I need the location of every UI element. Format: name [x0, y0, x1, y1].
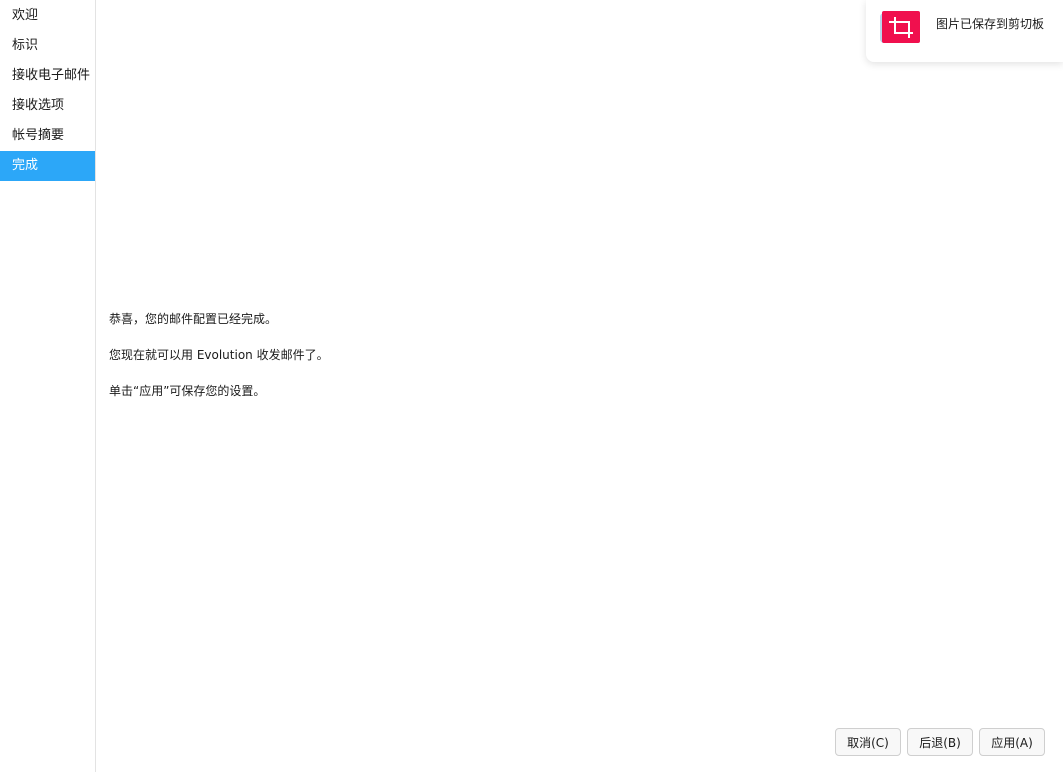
message-line-apply-hint: 单击“应用”可保存您的设置。	[109, 384, 266, 398]
back-button[interactable]: 后退(B)	[907, 728, 973, 756]
notification-text: 图片已保存到剪切板	[936, 17, 1045, 31]
dialog-button-row: 取消(C) 后退(B) 应用(A)	[835, 728, 1045, 756]
message-line-congrats: 恭喜，您的邮件配置已经完成。	[109, 312, 278, 326]
sidebar-item-done[interactable]: 完成	[0, 151, 95, 181]
assistant-sidebar: 欢迎 标识 接收电子邮件 接收选项 帐号摘要 完成	[0, 0, 96, 772]
screenshot-saved-notification[interactable]: 图片已保存到剪切板	[866, 0, 1063, 62]
sidebar-item-identity[interactable]: 标识	[0, 31, 95, 61]
sidebar-item-receiving-email[interactable]: 接收电子邮件	[0, 61, 95, 91]
apply-button[interactable]: 应用(A)	[979, 728, 1045, 756]
crop-icon	[880, 9, 920, 45]
sidebar-list: 欢迎 标识 接收电子邮件 接收选项 帐号摘要 完成	[0, 0, 95, 181]
message-line-ready: 您现在就可以用 Evolution 收发邮件了。	[109, 348, 329, 362]
cancel-button[interactable]: 取消(C)	[835, 728, 901, 756]
completion-message: 恭喜，您的邮件配置已经完成。 您现在就可以用 Evolution 收发邮件了。 …	[109, 310, 329, 418]
evolution-assistant-window: 欢迎 标识 接收电子邮件 接收选项 帐号摘要 完成 恭喜，您的邮件配置已经完成。…	[0, 0, 1063, 772]
sidebar-item-account-summary[interactable]: 帐号摘要	[0, 121, 95, 151]
sidebar-item-receiving-options[interactable]: 接收选项	[0, 91, 95, 121]
assistant-main-panel: 恭喜，您的邮件配置已经完成。 您现在就可以用 Evolution 收发邮件了。 …	[97, 0, 1063, 772]
sidebar-item-welcome[interactable]: 欢迎	[0, 1, 95, 31]
